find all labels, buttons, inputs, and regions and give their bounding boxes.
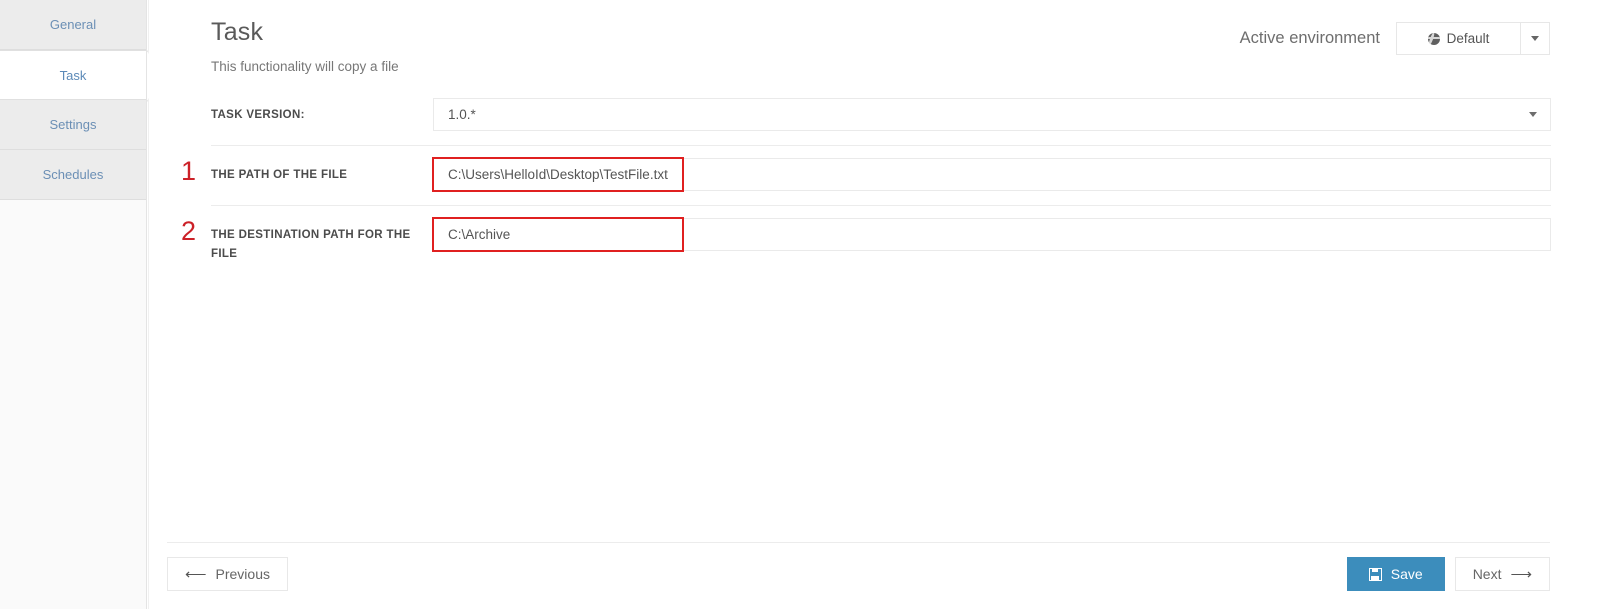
destination-path-control — [432, 217, 1551, 252]
chevron-down-icon — [1531, 36, 1539, 41]
page-title: Task — [211, 18, 264, 46]
task-version-select[interactable] — [433, 98, 1551, 131]
task-form: TASK VERSION: 1 THE PATH OF THE FILE — [181, 86, 1551, 278]
annotation-marker-1: 1 — [181, 156, 197, 186]
active-environment-area: Active environment Default — [1240, 22, 1550, 55]
form-row-file-path: 1 THE PATH OF THE FILE — [181, 146, 1551, 206]
save-button[interactable]: Save — [1346, 557, 1445, 591]
sidebar-item-label: Task — [59, 68, 87, 83]
previous-button-label: Previous — [215, 566, 270, 582]
sidebar-nav-list: General Task Settings Schedules — [0, 0, 164, 200]
form-row-task-version: TASK VERSION: — [211, 86, 1551, 146]
form-row-destination-path: 2 THE DESTINATION PATH FOR THE FILE — [181, 206, 1551, 278]
wizard-sidebar: General Task Settings Schedules — [0, 0, 164, 609]
wizard-footer: ⟵ Previous Save Next ⟶ — [167, 542, 1550, 591]
file-path-control — [432, 157, 1551, 192]
floppy-disk-icon — [1368, 567, 1382, 581]
environment-button[interactable]: Default — [1396, 22, 1520, 55]
environment-selector: Default — [1396, 22, 1550, 55]
task-version-label: TASK VERSION: — [211, 109, 305, 121]
arrow-right-icon: ⟶ — [1510, 565, 1532, 583]
next-button-label: Next — [1472, 566, 1502, 582]
page-subtitle: This functionality will copy a file — [211, 59, 399, 74]
sidebar-item-task[interactable]: Task — [0, 50, 164, 102]
task-version-control — [433, 98, 1551, 131]
file-path-label: THE PATH OF THE FILE — [211, 169, 348, 181]
task-configuration-page: General Task Settings Schedules Task Thi… — [0, 0, 1604, 609]
destination-path-label: THE DESTINATION PATH FOR THE FILE — [211, 229, 411, 260]
sidebar-item-schedules[interactable]: Schedules — [0, 150, 146, 200]
file-path-input[interactable] — [433, 158, 1551, 191]
sidebar-item-settings[interactable]: Settings — [0, 100, 146, 150]
footer-right-actions: Save Next ⟶ — [1346, 557, 1550, 591]
globe-icon — [1427, 32, 1440, 45]
environment-button-label: Default — [1446, 31, 1490, 46]
annotation-marker-2: 2 — [181, 216, 197, 246]
sidebar-item-general[interactable]: General — [0, 0, 146, 50]
task-version-select-wrap — [433, 98, 1551, 131]
sidebar-item-label: Settings — [49, 117, 97, 132]
destination-path-input[interactable] — [433, 218, 1551, 251]
page-header: Task This functionality will copy a file — [211, 18, 399, 74]
next-button[interactable]: Next ⟶ — [1454, 557, 1550, 591]
arrow-left-icon: ⟵ — [185, 565, 207, 583]
sidebar-item-label: Schedules — [42, 167, 104, 182]
previous-button[interactable]: ⟵ Previous — [167, 557, 288, 591]
save-button-label: Save — [1390, 566, 1423, 582]
active-tab-arrow — [147, 51, 163, 101]
environment-dropdown-toggle[interactable] — [1520, 22, 1550, 55]
active-environment-label: Active environment — [1239, 29, 1380, 47]
sidebar-item-label: General — [49, 17, 97, 32]
main-content: Task This functionality will copy a file… — [148, 0, 1604, 609]
